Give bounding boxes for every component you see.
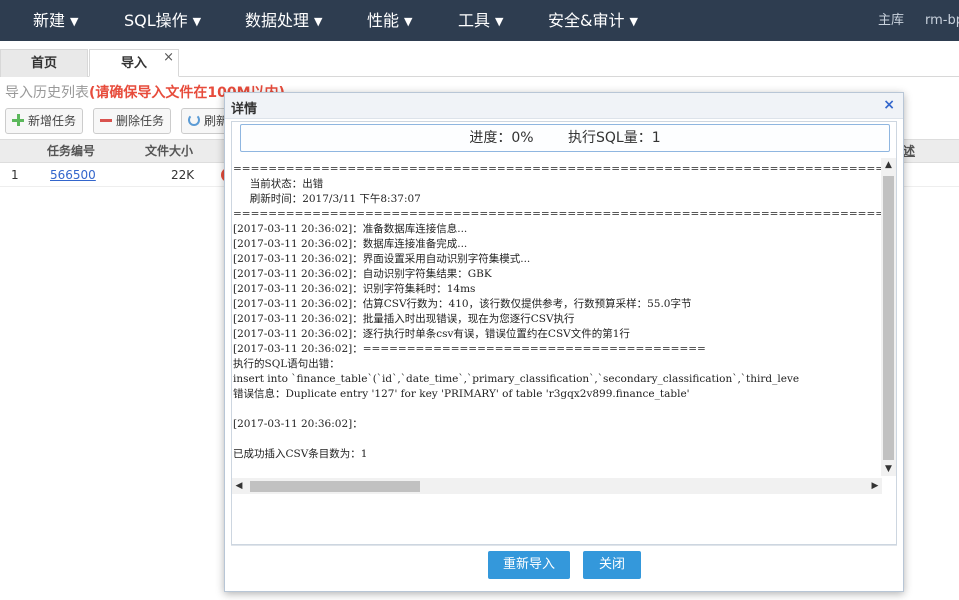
log-line: 执行的SQL语句出错：: [233, 358, 340, 370]
row-index: 1: [11, 168, 19, 182]
task-id-link[interactable]: 566500: [50, 163, 96, 187]
dialog-footer: 重新导入 关闭: [231, 545, 897, 585]
menu-security-audit-label: 安全&审计: [548, 11, 625, 30]
menu-data-processing-label: 数据处理: [245, 11, 310, 30]
log-content: ========================================…: [232, 158, 882, 476]
horizontal-scroll-thumb[interactable]: [250, 481, 420, 492]
chevron-down-icon: ▼: [314, 15, 323, 28]
log-line: [2017-03-11 20:36:02]：自动识别字符集结果：GBK: [233, 268, 492, 280]
log-line: [2017-03-11 20:36:02]：界面设置采用自动识别字符集模式...: [233, 253, 531, 265]
history-title-text: 导入历史列表: [5, 85, 89, 101]
scroll-up-icon[interactable]: ▲: [881, 158, 896, 172]
progress-summary: 进度：0% 执行SQL量：1: [240, 124, 890, 152]
log-line: [2017-03-11 20:36:02]：准备数据库连接信息...: [233, 223, 468, 235]
close-button[interactable]: 关闭: [583, 551, 641, 579]
vertical-scrollbar[interactable]: ▲ ▼: [881, 158, 896, 476]
menu-sql-operations-label: SQL操作: [124, 11, 188, 30]
file-size-value: 22K: [171, 168, 195, 182]
tab-home-label: 首页: [30, 56, 57, 71]
close-tab-icon[interactable]: ×: [163, 44, 174, 72]
tab-import-label: 导入: [120, 56, 147, 71]
log-line: [2017-03-11 20:36:02]：数据库连接准备完成...: [233, 238, 468, 250]
log-line: [2017-03-11 20:36:02]：逐行执行时单条csv有误，错误位置约…: [233, 328, 630, 340]
progress-text: 进度：0%: [469, 130, 534, 146]
log-line: 当前状态：出错: [233, 178, 324, 190]
log-line: [2017-03-11 20:36:02]：识别字符集耗时：14ms: [233, 283, 476, 295]
scroll-left-icon[interactable]: ◀: [232, 478, 246, 494]
dialog-title: 详情: [231, 102, 258, 117]
chevron-down-icon: ▼: [192, 15, 202, 28]
log-line: 刷新时间：2017/3/11 下午8:37:07: [233, 193, 421, 205]
menu-sql-operations[interactable]: SQL操作 ▼: [124, 0, 201, 41]
delete-task-button[interactable]: 删除任务: [93, 108, 172, 134]
instance-name-label[interactable]: rm-bp: [925, 0, 959, 41]
dialog-header: 详情 ×: [225, 93, 903, 119]
column-file-size[interactable]: 文件大小: [145, 140, 193, 162]
sql-count-text: 执行SQL量：1: [568, 130, 661, 146]
chevron-down-icon: ▼: [629, 15, 638, 28]
menu-performance[interactable]: 性能 ▼: [367, 0, 412, 41]
dialog-body: 进度：0% 执行SQL量：1 =========================…: [231, 121, 897, 545]
log-line: [2017-03-11 20:36:02]：==================…: [233, 343, 706, 355]
menu-security-audit[interactable]: 安全&审计 ▼: [548, 0, 638, 41]
log-line: insert into `finance_table`(`id`,`date_t…: [233, 373, 800, 385]
close-icon[interactable]: ×: [883, 97, 895, 113]
chevron-down-icon: ▼: [404, 15, 413, 28]
menu-data-processing[interactable]: 数据处理 ▼: [245, 0, 322, 41]
horizontal-scrollbar[interactable]: ◀ ▶: [232, 478, 882, 494]
log-line: ========================================…: [233, 163, 882, 175]
scroll-down-icon[interactable]: ▼: [881, 462, 896, 476]
menu-new[interactable]: 新建 ▼: [33, 0, 78, 41]
column-task-id[interactable]: 任务编号: [47, 140, 95, 162]
log-line: 错误信息：Duplicate entry '127' for key 'PRIM…: [233, 388, 690, 400]
log-line: [2017-03-11 20:36:02]：估算CSV行数为：410，该行数仅提…: [233, 298, 692, 310]
column-description[interactable]: 述: [903, 140, 915, 162]
delete-task-label: 删除任务: [116, 114, 165, 128]
add-task-button[interactable]: 新增任务: [5, 108, 84, 134]
primary-db-label[interactable]: 主库: [878, 0, 904, 41]
chevron-down-icon: ▼: [495, 15, 504, 28]
refresh-icon: [188, 114, 200, 126]
menu-tools-label: 工具: [458, 11, 491, 30]
menu-tools[interactable]: 工具 ▼: [458, 0, 503, 41]
log-line: ========================================…: [233, 208, 882, 220]
log-line: 已成功插入CSV条目数为：1: [233, 448, 368, 460]
log-panel[interactable]: ========================================…: [232, 158, 896, 498]
plus-icon: [12, 114, 24, 126]
top-navigation-bar: 新建 ▼ SQL操作 ▼ 数据处理 ▼ 性能 ▼ 工具 ▼ 安全&审计 ▼ 主库 rm-bp: [0, 0, 959, 41]
log-line: [2017-03-11 20:36:02]：: [233, 418, 363, 430]
scroll-right-icon[interactable]: ▶: [868, 478, 882, 494]
chevron-down-icon: ▼: [70, 15, 79, 28]
details-dialog: 详情 × 进度：0% 执行SQL量：1 ====================…: [224, 92, 904, 592]
menu-performance-label: 性能: [367, 11, 400, 30]
menu-new-label: 新建: [33, 11, 66, 30]
tab-import[interactable]: 导入 ×: [89, 49, 179, 77]
tab-home[interactable]: 首页: [0, 49, 88, 77]
tab-bar: 首页 导入 ×: [0, 41, 959, 77]
reimport-button[interactable]: 重新导入: [488, 551, 570, 579]
minus-icon: [100, 114, 112, 126]
log-line: [2017-03-11 20:36:02]：批量插入时出现错误，现在为您逐行CS…: [233, 313, 575, 325]
add-task-label: 新增任务: [28, 114, 77, 128]
vertical-scroll-thumb[interactable]: [883, 176, 894, 460]
